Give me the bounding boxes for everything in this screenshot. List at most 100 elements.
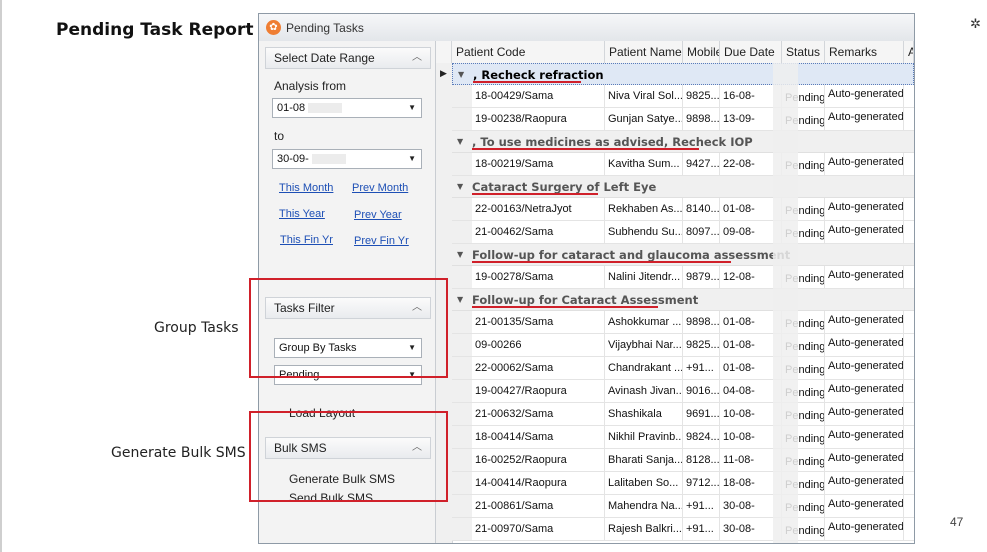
cell-mobile: +91... [683,495,720,517]
from-date-dropdown[interactable]: 01-08 ▼ [272,98,422,118]
chevron-up-icon[interactable]: ︿ [412,438,422,458]
cell-patient-name: Avinash Jivan... [605,380,683,402]
table-row[interactable]: 21-00135/Sama Ashokkumar ... 9898... 01-08-… [452,311,914,334]
table-row[interactable]: 21-00462/Sama Subhendu Su... 8097... 09-08-… [452,221,914,244]
collapse-group-icon[interactable]: ▼ [457,244,463,266]
group-row[interactable]: ▼ Cataract Surgery of Left Eye [452,176,914,198]
this-fin-yr-link[interactable]: This Fin Yr [280,234,333,246]
dropdown-arrow-icon[interactable]: ▼ [408,339,416,357]
prev-month-link[interactable]: Prev Month [352,182,408,194]
cell-patient-code: 22-00163/NetraJyot [472,198,605,220]
table-row[interactable]: 19-00238/Raopura Gunjan Satye... 9898... 13… [452,108,914,131]
cell-patient-name: Ashokkumar ... [605,311,683,333]
cell-remarks: Auto-generated [825,198,904,220]
cell-patient-code: 18-00414/Sama [472,426,605,448]
cell-patient-code: 09-00266 [472,334,605,356]
column-header-patient-name[interactable]: Patient Name [605,41,683,63]
cell-mobile: 8140... [683,198,720,220]
send-bulk-sms-button[interactable]: Send Bulk SMS [289,491,373,505]
this-month-link[interactable]: This Month [279,182,333,194]
group-indent [452,153,472,175]
cell-patient-name: Lalitaben So... [605,472,683,494]
status-filter-dropdown[interactable]: Pending ▼ [274,365,422,385]
cell-mobile: 9898... [683,311,720,333]
cell-patient-code: 14-00414/Raopura [472,472,605,494]
cell-mobile: 9712... [683,472,720,494]
group-row[interactable]: ▼ Follow-up for Cataract Assessment [452,289,914,311]
generate-bulk-sms-button[interactable]: Generate Bulk SMS [289,472,395,486]
cell-remarks: Auto-generated [825,334,904,356]
chevron-up-icon[interactable]: ︿ [412,298,422,318]
window-titlebar[interactable]: ✿ Pending Tasks [259,14,914,42]
prev-year-link[interactable]: Prev Year [354,209,402,221]
cell-patient-name: Bharati Sanja... [605,449,683,471]
cell-patient-code: 22-00062/Sama [472,357,605,379]
chevron-up-icon[interactable]: ︿ [412,48,422,68]
column-header-patient-code[interactable]: Patient Code [452,41,605,63]
column-header-due-date[interactable]: Due Date [720,41,782,63]
group-row[interactable]: ▼, To use medicines as advised, Recheck … [452,131,914,153]
grid-corner-cell [436,41,452,63]
collapse-group-icon[interactable]: ▼ [457,289,463,311]
group-by-value: Group By Tasks [279,342,357,354]
cell-remarks: Auto-generated [825,380,904,402]
table-row[interactable]: 22-00062/Sama Chandrakant ... +91... 01-08-… [452,357,914,380]
tasks-filter-section-header[interactable]: Tasks Filter ︿ [265,297,431,319]
group-row[interactable]: ▼, Recheck refraction [452,63,914,85]
app-logo-icon: ✿ [266,20,281,35]
cell-patient-name: Nalini Jitendr... [605,266,683,288]
collapse-group-icon[interactable]: ▼ [457,131,463,153]
group-by-dropdown[interactable]: Group By Tasks ▼ [274,338,422,358]
table-row[interactable]: 21-00632/Sama Shashikala 9691... 10-08- Pend… [452,403,914,426]
group-indent [452,311,472,333]
group-indent [452,495,472,517]
bulk-sms-header-label: Bulk SMS [274,441,327,455]
cell-patient-code: 19-00238/Raopura [472,108,605,130]
to-label: to [274,129,285,143]
table-row[interactable]: 09-00266 Vijaybhai Nar... 9825... 01-08- Pen… [452,334,914,357]
column-header-mobile[interactable]: Mobile [683,41,720,63]
table-row[interactable]: 22-00163/NetraJyot Rekhaben As... 8140... 0… [452,198,914,221]
group-row[interactable]: ▼ Follow-up for cataract and glaucoma ass… [452,244,914,266]
table-row[interactable]: 16-00252/Raopura Bharati Sanja... 8128... 1… [452,449,914,472]
cell-remarks: Auto-generated [825,495,904,517]
table-row[interactable]: 18-00219/Sama Kavitha Sum... 9427... 22-08-… [452,153,914,176]
collapse-group-icon[interactable]: ▼ [457,176,463,198]
to-date-dropdown[interactable]: 30-09- ▼ [272,149,422,169]
table-row[interactable]: 14-00414/Raopura Lalitaben So... 9712... 18… [452,472,914,495]
group-indent [452,334,472,356]
column-header-more[interactable]: A [904,41,914,63]
bulk-sms-section-header[interactable]: Bulk SMS ︿ [265,437,431,459]
column-header-remarks[interactable]: Remarks [825,41,904,63]
current-row-indicator-icon: ▶ [440,68,447,78]
table-row[interactable]: 19-00278/Sama Nalini Jitendr... 9879... 12-… [452,266,914,289]
table-row[interactable]: 19-00427/Raopura Avinash Jivan... 9016... 0… [452,380,914,403]
dropdown-arrow-icon[interactable]: ▼ [408,150,416,168]
dropdown-arrow-icon[interactable]: ▼ [408,366,416,384]
table-row[interactable]: 21-00970/Sama Rajesh Balkri... +91... 30-08… [452,518,914,541]
cell-patient-code: 21-00970/Sama [472,518,605,540]
this-year-link[interactable]: This Year [279,208,325,220]
to-date-value: 30-09- [277,153,309,165]
cell-patient-code: 16-00252/Raopura [472,449,605,471]
collapse-group-icon[interactable]: ▼ [458,64,464,86]
dropdown-arrow-icon[interactable]: ▼ [408,99,416,117]
slide-edge-line [0,0,2,552]
row-indicator-column: ▶ [436,63,453,543]
group-indent [452,426,472,448]
load-layout-button[interactable]: Load Layout [289,406,355,420]
cell-remarks: Auto-generated [825,426,904,448]
table-row[interactable]: 18-00414/Sama Nikhil Pravinb... 9824... 10-… [452,426,914,449]
cell-mobile: 9825... [683,334,720,356]
cell-remarks: Auto-generated [825,449,904,471]
table-row[interactable]: 21-00861/Sama Mahendra Na... +91... 30-08- P… [452,495,914,518]
group-indent [452,380,472,402]
column-header-status[interactable]: Status [782,41,825,63]
group-indent [452,449,472,471]
cell-patient-name: Rajesh Balkri... [605,518,683,540]
table-row[interactable]: 18-00429/Sama Niva Viral Sol... 9825... 16-… [452,85,914,108]
slide-title: Pending Task Report [56,20,254,40]
prev-fin-yr-link[interactable]: Prev Fin Yr [354,235,409,247]
date-range-section-header[interactable]: Select Date Range ︿ [265,47,431,69]
date-range-header-label: Select Date Range [274,51,375,65]
